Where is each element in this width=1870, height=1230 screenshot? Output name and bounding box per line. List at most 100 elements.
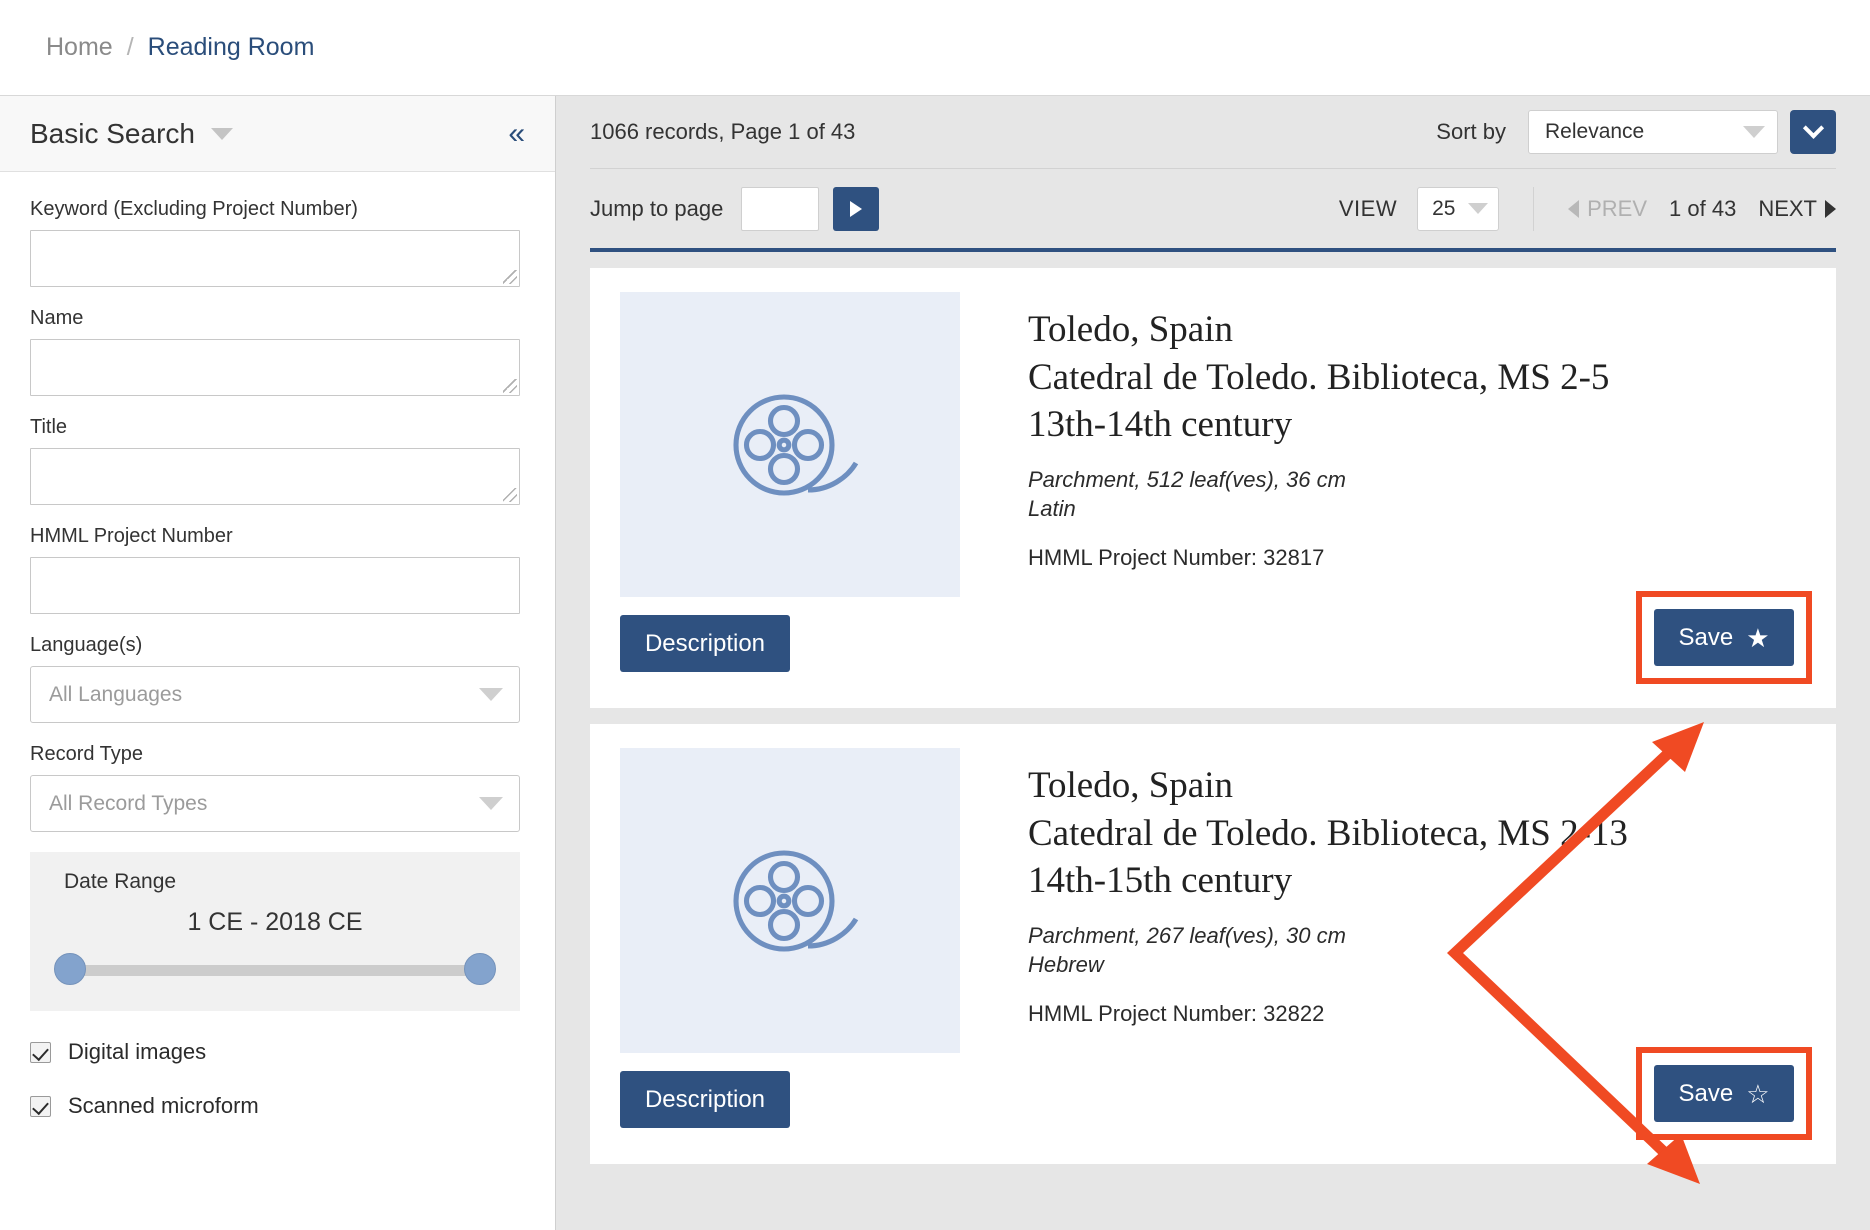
sort-by-select[interactable]: Relevance (1528, 110, 1778, 154)
resize-grip-icon[interactable] (503, 488, 517, 502)
record-type-select-value: All Record Types (49, 792, 207, 816)
date-range-panel: Date Range 1 CE - 2018 CE (30, 852, 520, 1011)
view-controls: VIEW 25 PREV 1 of 43 NEXT (1339, 187, 1836, 231)
field-label-name: Name (30, 307, 525, 330)
checkbox-digital-images[interactable]: Digital images (30, 1039, 525, 1065)
chevron-down-icon (1468, 203, 1488, 214)
keyword-textarea[interactable] (30, 230, 520, 287)
breadcrumb-current-page[interactable]: Reading Room (148, 33, 315, 62)
breadcrumb-home-link[interactable]: Home (46, 33, 113, 62)
field-label-languages: Language(s) (30, 634, 525, 657)
record-type-select[interactable]: All Record Types (30, 775, 520, 832)
description-button[interactable]: Description (620, 1071, 790, 1128)
chevron-down-icon (1743, 126, 1765, 138)
result-repository: Catedral de Toledo. Biblioteca, MS 2-5 (1028, 354, 1609, 402)
view-count-select[interactable]: 25 (1417, 187, 1499, 231)
date-range-slider[interactable] (54, 953, 496, 987)
result-card-body: Toledo, Spain Catedral de Toledo. Biblio… (620, 292, 1806, 597)
result-thumbnail[interactable] (620, 292, 960, 597)
field-keyword: Keyword (Excluding Project Number) (30, 198, 525, 287)
field-record-type: Record Type All Record Types (30, 743, 525, 832)
languages-select-value: All Languages (49, 683, 182, 707)
checkbox-scanned-microform[interactable]: Scanned microform (30, 1093, 525, 1119)
search-sidebar: Basic Search « Keyword (Excluding Projec… (0, 96, 556, 1230)
languages-select[interactable]: All Languages (30, 666, 520, 723)
field-label-keyword: Keyword (Excluding Project Number) (30, 198, 525, 221)
result-project-number: HMML Project Number: 32817 (1028, 545, 1609, 571)
field-label-record-type: Record Type (30, 743, 525, 766)
result-title: Toledo, Spain Catedral de Toledo. Biblio… (1028, 306, 1609, 449)
sidebar-header: Basic Search « (0, 96, 555, 172)
chevron-down-icon (1802, 117, 1823, 138)
field-name: Name (30, 307, 525, 396)
chevron-down-icon (479, 688, 503, 701)
field-label-title: Title (30, 416, 525, 439)
checkbox-icon[interactable] (30, 1096, 51, 1117)
result-physical: Parchment, 267 leaf(ves), 30 cm (1028, 921, 1628, 950)
field-label-hmml-project-number: HMML Project Number (30, 525, 525, 548)
description-button[interactable]: Description (620, 615, 790, 672)
resize-grip-icon[interactable] (503, 270, 517, 284)
result-title: Toledo, Spain Catedral de Toledo. Biblio… (1028, 762, 1628, 905)
save-button-highlight: Save ★ (1636, 591, 1812, 684)
resize-grip-icon[interactable] (503, 379, 517, 393)
date-range-value: 1 CE - 2018 CE (30, 908, 520, 937)
view-label: VIEW (1339, 196, 1397, 222)
triangle-left-icon[interactable] (1568, 200, 1579, 218)
jump-to-page-label: Jump to page (590, 196, 723, 222)
pagination: PREV 1 of 43 NEXT (1533, 187, 1836, 231)
film-reel-icon (715, 826, 865, 976)
result-card[interactable]: Toledo, Spain Catedral de Toledo. Biblio… (590, 268, 1836, 708)
save-button-highlight: Save ☆ (1636, 1047, 1812, 1140)
sort-direction-button[interactable] (1790, 110, 1836, 154)
result-place: Toledo, Spain (1028, 762, 1628, 810)
next-page-button[interactable]: NEXT (1758, 196, 1817, 222)
checkbox-label-digital-images: Digital images (68, 1039, 206, 1065)
play-triangle-icon (850, 201, 862, 217)
breadcrumb-separator: / (127, 33, 134, 62)
result-meta: Parchment, 512 leaf(ves), 36 cm Latin (1028, 465, 1609, 523)
save-button[interactable]: Save ★ (1654, 609, 1794, 666)
jump-to-page-input[interactable] (741, 187, 819, 231)
slider-track[interactable] (62, 965, 488, 976)
checkbox-icon[interactable] (30, 1042, 51, 1063)
field-hmml-project-number: HMML Project Number (30, 525, 525, 614)
result-language: Latin (1028, 494, 1609, 523)
field-title: Title (30, 416, 525, 505)
field-languages: Language(s) All Languages (30, 634, 525, 723)
jump-to-page-go-button[interactable] (833, 187, 879, 231)
slider-handle-max[interactable] (464, 953, 496, 985)
film-reel-icon (715, 370, 865, 520)
triangle-right-icon[interactable] (1825, 200, 1836, 218)
search-form: Keyword (Excluding Project Number) Name … (0, 172, 555, 1119)
result-date: 13th-14th century (1028, 401, 1609, 449)
results-pane: 1066 records, Page 1 of 43 Sort by Relev… (556, 96, 1870, 1230)
prev-page-button[interactable]: PREV (1587, 196, 1647, 222)
result-date: 14th-15th century (1028, 857, 1628, 905)
hmml-project-number-input[interactable] (30, 557, 520, 614)
sort-by-label: Sort by (1436, 119, 1506, 145)
chevron-down-icon (479, 797, 503, 810)
result-details: Toledo, Spain Catedral de Toledo. Biblio… (960, 748, 1628, 1053)
sort-by-value: Relevance (1545, 120, 1644, 144)
result-thumbnail[interactable] (620, 748, 960, 1053)
result-project-number: HMML Project Number: 32822 (1028, 1001, 1628, 1027)
star-filled-icon: ★ (1746, 625, 1769, 651)
result-meta: Parchment, 267 leaf(ves), 30 cm Hebrew (1028, 921, 1628, 979)
collapse-sidebar-icon[interactable]: « (508, 119, 525, 149)
record-count-label: 1066 records, Page 1 of 43 (590, 119, 855, 145)
result-place: Toledo, Spain (1028, 306, 1609, 354)
breadcrumb: Home / Reading Room (0, 0, 1870, 96)
result-card[interactable]: Toledo, Spain Catedral de Toledo. Biblio… (590, 724, 1836, 1164)
result-language: Hebrew (1028, 950, 1628, 979)
title-textarea[interactable] (30, 448, 520, 505)
slider-handle-min[interactable] (54, 953, 86, 985)
star-outline-icon: ☆ (1746, 1081, 1769, 1107)
save-button-label: Save (1678, 1080, 1733, 1108)
name-textarea[interactable] (30, 339, 520, 396)
checkbox-label-scanned-microform: Scanned microform (68, 1093, 259, 1119)
save-button[interactable]: Save ☆ (1654, 1065, 1794, 1122)
chevron-down-icon[interactable] (211, 128, 233, 140)
view-count-value: 25 (1432, 197, 1455, 221)
result-repository: Catedral de Toledo. Biblioteca, MS 2-13 (1028, 810, 1628, 858)
